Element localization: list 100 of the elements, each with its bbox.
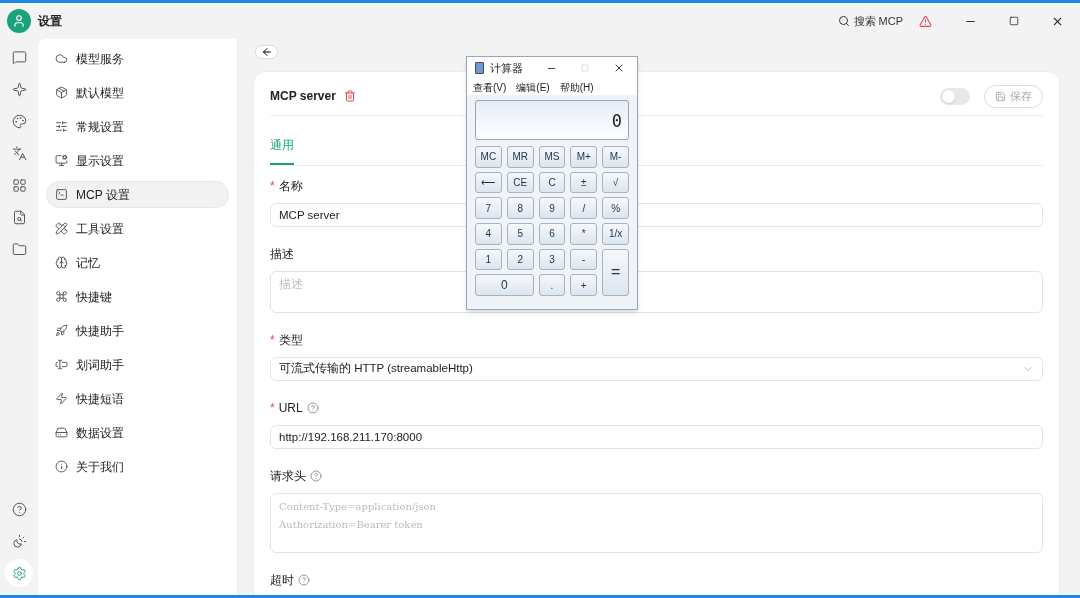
calculator-key[interactable]: 4: [475, 223, 502, 245]
calculator-key[interactable]: MS: [538, 146, 566, 168]
sliders-icon: [55, 120, 68, 133]
sidebar-item[interactable]: 模型服务: [46, 45, 229, 72]
calculator-key[interactable]: 8: [506, 197, 534, 219]
help-icon: [306, 402, 319, 414]
calculator-key[interactable]: /: [570, 197, 598, 219]
field-label: 请求头: [270, 468, 306, 485]
maximize-icon[interactable]: [1009, 16, 1019, 26]
required-mark: *: [270, 332, 275, 349]
palette-icon: [11, 113, 27, 129]
calculator-key[interactable]: MR: [506, 146, 534, 168]
sidebar-item[interactable]: 划词助手: [46, 351, 229, 378]
calculator-key[interactable]: 5: [506, 223, 534, 245]
calculator-key[interactable]: 2: [506, 248, 534, 271]
info-icon: [55, 460, 68, 473]
sidebar-item[interactable]: 工具设置: [46, 215, 229, 242]
command-icon: [55, 290, 68, 303]
calculator-key[interactable]: .: [538, 274, 566, 296]
field-label: 超时: [270, 572, 294, 589]
sidebar-item[interactable]: 快捷助手: [46, 317, 229, 344]
menu-item[interactable]: 编辑(E): [516, 79, 550, 95]
search-button[interactable]: 搜索 MCP: [837, 12, 903, 30]
document-search-icon: [11, 209, 27, 225]
monitor-icon: [55, 154, 68, 167]
sidebar-item[interactable]: 默认模型: [46, 79, 229, 106]
field-label: URL: [278, 400, 303, 417]
calculator-display: 0: [475, 100, 629, 140]
calculator-key[interactable]: √: [602, 171, 629, 194]
calculator-key[interactable]: ⟵: [475, 171, 502, 194]
calculator-key[interactable]: *: [570, 223, 598, 245]
tools-icon: [55, 222, 68, 235]
sidebar-item[interactable]: 记忆: [46, 249, 229, 276]
text-cursor-icon: [55, 358, 68, 371]
brain-icon: [55, 256, 68, 269]
sidebar-item[interactable]: MCP 设置: [46, 181, 229, 208]
calculator-key[interactable]: 3: [538, 248, 566, 271]
calculator-key[interactable]: 6: [538, 223, 566, 245]
field-label: 类型: [278, 332, 303, 349]
menu-item[interactable]: 查看(V): [473, 79, 507, 95]
back-icon: [260, 46, 273, 58]
help-icon: [298, 574, 310, 586]
sidebar-item[interactable]: 快捷键: [46, 283, 229, 310]
calculator-key[interactable]: 1: [475, 248, 502, 271]
sidebar-item[interactable]: 关于我们: [46, 453, 229, 480]
rocket-icon: [55, 324, 68, 337]
cloud-icon: [55, 52, 68, 65]
terminal-icon: [55, 188, 68, 201]
required-mark: *: [270, 400, 275, 417]
window-title: 设置: [38, 13, 62, 30]
theme-icon: [11, 533, 27, 549]
sidebar-item[interactable]: 数据设置: [46, 419, 229, 446]
select-field[interactable]: 可流式传输的 HTTP (streamableHttp): [270, 357, 1043, 381]
settings-icon: [11, 565, 27, 581]
sidebar-item[interactable]: 显示设置: [46, 147, 229, 174]
menu-item[interactable]: 帮助(H): [559, 79, 594, 95]
calculator-key[interactable]: C: [538, 171, 566, 194]
select-value: 可流式传输的 HTTP (streamableHttp): [279, 361, 473, 377]
grid-icon: [11, 177, 27, 193]
help-icon: [310, 470, 322, 482]
field-label: 描述: [270, 246, 294, 263]
calculator-key[interactable]: =: [602, 248, 629, 296]
save-icon: [995, 90, 1006, 102]
calculator-key[interactable]: 7: [475, 197, 502, 219]
folder-icon: [11, 241, 27, 257]
calculator-key[interactable]: 0: [475, 274, 534, 296]
calculator-key[interactable]: CE: [506, 171, 534, 194]
translate-icon: [11, 145, 27, 161]
field-label: 名称: [278, 178, 303, 195]
user-icon: [12, 14, 26, 28]
text-area[interactable]: Content-Type=application/json Authorization=Bearer token: [270, 493, 1043, 553]
calculator-key[interactable]: ±: [570, 171, 598, 194]
search-icon: [837, 15, 850, 27]
calculator-key[interactable]: +: [570, 274, 598, 296]
calculator-key[interactable]: 9: [538, 197, 566, 219]
calculator-key[interactable]: M+: [570, 146, 598, 168]
warning-icon[interactable]: [919, 14, 932, 28]
back-button[interactable]: [255, 45, 278, 59]
close-icon[interactable]: [613, 62, 625, 74]
lightning-icon: [55, 392, 68, 405]
sidebar-item[interactable]: 常规设置: [46, 113, 229, 140]
calculator-key[interactable]: %: [602, 197, 629, 219]
calculator-key[interactable]: -: [570, 248, 598, 271]
calculator-key[interactable]: 1/x: [602, 223, 629, 245]
chat-icon: [11, 49, 27, 65]
calculator-key[interactable]: MC: [475, 146, 502, 168]
text-field[interactable]: http://192.168.211.170:8000: [270, 425, 1043, 449]
required-mark: *: [270, 178, 275, 195]
calculator-title: 计算器: [490, 60, 523, 76]
delete-icon[interactable]: [343, 90, 356, 102]
toggle-switch[interactable]: [940, 87, 970, 105]
avatar[interactable]: [7, 9, 31, 33]
cube-icon: [55, 86, 68, 99]
calculator-key[interactable]: M-: [602, 146, 629, 168]
sparkle-icon: [11, 81, 27, 97]
calculator-icon: [475, 62, 484, 74]
sidebar-item[interactable]: 快捷短语: [46, 385, 229, 412]
drive-icon: [55, 426, 68, 439]
help-icon: [11, 501, 27, 517]
maximize-icon: [581, 64, 589, 72]
